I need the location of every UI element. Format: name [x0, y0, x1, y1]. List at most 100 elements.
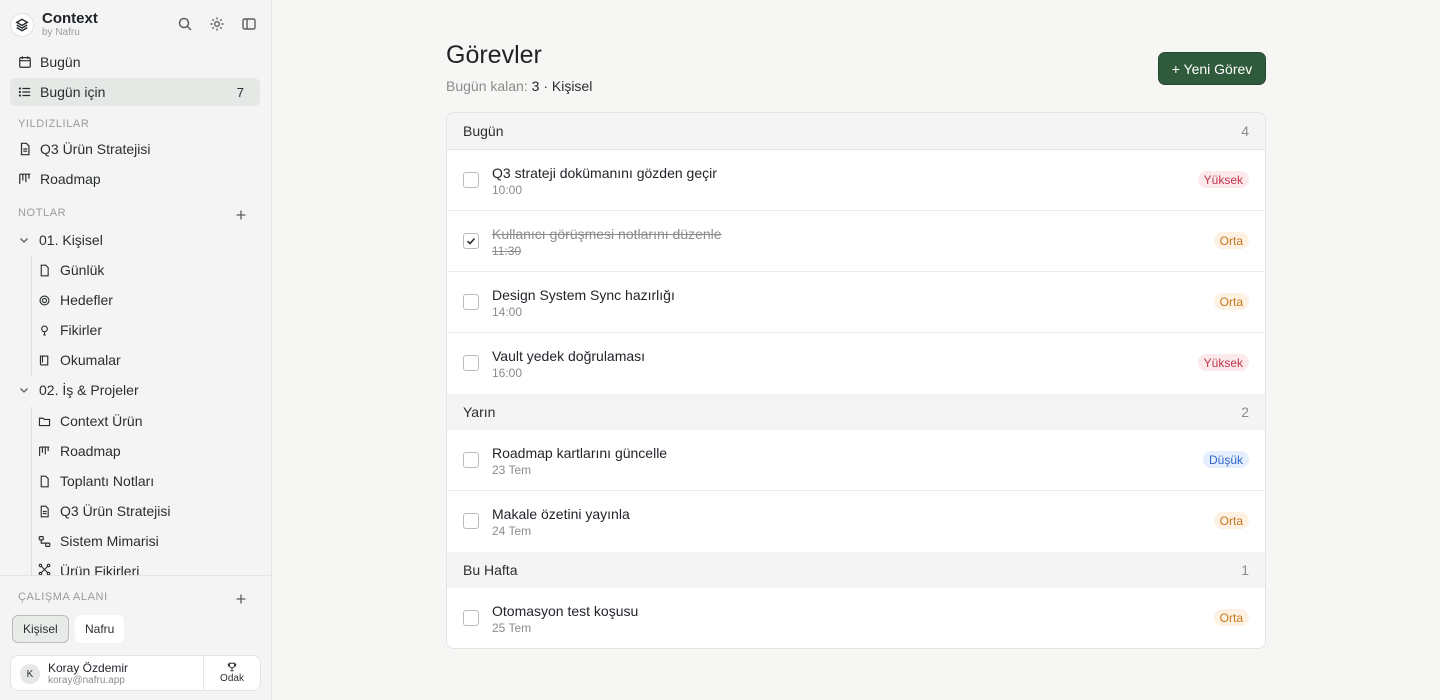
target-icon	[39, 294, 50, 306]
task-time: 14:00	[492, 305, 523, 319]
priority-badge: Düşük	[1202, 451, 1249, 468]
task-time: 11:30	[492, 244, 522, 258]
task-checkbox[interactable]	[463, 233, 479, 249]
note-item-q3-strategy[interactable]: Q3 Ürün Stratejisi	[32, 497, 258, 525]
app-byline: by Nafru	[42, 27, 80, 38]
task-title: Roadmap kartlarını güncelle	[492, 445, 668, 461]
note-item-label: Fikirler	[60, 322, 102, 338]
folder-label: 01. Kişisel	[39, 232, 103, 248]
task-title: Kullanıcı görüşmesi notlarını düzenle	[492, 226, 722, 242]
avatar: K	[20, 664, 40, 684]
file-icon	[40, 475, 49, 487]
checkmark-icon	[466, 237, 476, 245]
starred-item-label: Q3 Ürün Stratejisi	[40, 141, 151, 157]
chevron-down-icon	[20, 388, 28, 393]
chevron-down-icon	[20, 238, 28, 243]
sidebar: Context by Nafru Bugün Bugün için 7 YILD…	[0, 0, 272, 700]
nav-label: Bugün	[40, 54, 81, 70]
task-row[interactable]: Design System Sync hazırlığı 14:00 Orta	[447, 272, 1265, 333]
note-item-label: Context Ürün	[60, 413, 143, 429]
task-list: Bugün 4 Q3 strateji dokümanını gözden ge…	[446, 112, 1266, 649]
folder-label: 02. İş & Projeler	[39, 382, 139, 398]
workspace-nafru-button[interactable]: Nafru	[75, 615, 125, 643]
focus-button[interactable]: Odak	[203, 656, 260, 690]
remaining-label: Bugün kalan:	[446, 78, 528, 94]
note-item-hedefler[interactable]: Hedefler	[32, 286, 258, 314]
user-email: koray@nafru.app	[48, 675, 125, 686]
main-content: Görevler Bugün kalan: 3 · Kişisel + Yeni…	[272, 0, 1440, 700]
group-header-today: Bugün 4	[447, 113, 1265, 150]
task-checkbox[interactable]	[463, 452, 479, 468]
kanban-icon	[39, 445, 50, 456]
diagram-icon	[38, 535, 51, 547]
page-title: Görevler	[446, 41, 542, 69]
search-icon[interactable]	[175, 14, 195, 34]
gear-icon[interactable]	[207, 14, 227, 34]
nav-today[interactable]: Bugün	[10, 48, 260, 76]
note-item-label: Toplantı Notları	[60, 473, 155, 489]
priority-badge: Yüksek	[1197, 171, 1249, 188]
group-name: Bugün	[463, 123, 504, 139]
workspace-personal-button[interactable]: Kişisel	[12, 615, 69, 643]
note-item-roadmap[interactable]: Roadmap	[32, 437, 258, 465]
sidebar-toggle-icon[interactable]	[239, 14, 259, 34]
lightbulb-icon	[41, 324, 48, 336]
nav-count-badge: 7	[236, 84, 244, 100]
app-name: Context	[42, 10, 98, 27]
task-row[interactable]: Kullanıcı görüşmesi notlarını düzenle 11…	[447, 211, 1265, 272]
priority-badge: Yüksek	[1197, 354, 1249, 371]
starred-section-label: YILDIZLILAR	[18, 118, 90, 130]
task-row[interactable]: Q3 strateji dokümanını gözden geçir 10:0…	[447, 150, 1265, 211]
group-name: Bu Hafta	[463, 562, 518, 578]
trophy-icon	[227, 662, 237, 672]
nav-for-today[interactable]: Bugün için 7	[10, 78, 260, 106]
user-name: Koray Özdemir	[48, 661, 129, 675]
task-time: 25 Tem	[492, 621, 532, 635]
add-note-plus-icon[interactable]	[235, 208, 249, 222]
document-icon	[20, 142, 30, 156]
task-time: 23 Tem	[492, 463, 532, 477]
notes-section-label: NOTLAR	[18, 207, 67, 219]
nodes-icon	[38, 563, 51, 575]
group-count: 4	[1241, 123, 1249, 139]
task-time: 10:00	[492, 183, 523, 197]
note-item-product-ideas[interactable]: Ürün Fikirleri	[32, 557, 258, 575]
task-row[interactable]: Makale özetini yayınla 24 Tem Orta	[447, 491, 1265, 552]
note-item-context-urun[interactable]: Context Ürün	[32, 407, 258, 435]
note-item-label: Sistem Mimarisi	[60, 533, 159, 549]
add-workspace-plus-icon[interactable]	[235, 592, 249, 606]
user-card[interactable]: K Koray Özdemir koray@nafru.app Odak	[10, 655, 261, 691]
subtitle-separator: ·	[543, 78, 548, 94]
group-count: 1	[1241, 562, 1249, 578]
note-item-fikirler[interactable]: Fikirler	[32, 316, 258, 344]
group-header-tomorrow: Yarın 2	[447, 394, 1265, 431]
remaining-count: 3	[531, 78, 540, 94]
starred-item-roadmap[interactable]: Roadmap	[10, 165, 260, 193]
workspace-section-label: ÇALIŞMA ALANI	[18, 591, 108, 603]
task-checkbox[interactable]	[463, 172, 479, 188]
brand[interactable]: Context by Nafru	[10, 10, 98, 40]
note-item-okumalar[interactable]: Okumalar	[32, 346, 258, 374]
task-time: 24 Tem	[492, 524, 532, 538]
note-item-label: Günlük	[60, 262, 105, 278]
task-checkbox[interactable]	[463, 294, 479, 310]
task-checkbox[interactable]	[463, 355, 479, 371]
priority-badge: Orta	[1213, 609, 1249, 626]
folder-personal[interactable]: 01. Kişisel	[10, 226, 260, 254]
task-time: 16:00	[492, 366, 523, 380]
task-checkbox[interactable]	[463, 610, 479, 626]
note-item-system-architecture[interactable]: Sistem Mimarisi	[32, 527, 258, 555]
folder-work-projects[interactable]: 02. İş & Projeler	[10, 376, 260, 404]
task-title: Vault yedek doğrulaması	[492, 348, 646, 364]
new-task-button[interactable]: + Yeni Görev	[1158, 52, 1266, 85]
note-item-meeting-notes[interactable]: Toplantı Notları	[32, 467, 258, 495]
task-row[interactable]: Otomasyon test koşusu 25 Tem Orta	[447, 588, 1265, 648]
priority-badge: Orta	[1213, 512, 1249, 529]
focus-label: Odak	[220, 673, 244, 684]
note-item-gunluk[interactable]: Günlük	[32, 256, 258, 284]
starred-item-q3-strategy[interactable]: Q3 Ürün Stratejisi	[10, 135, 260, 163]
task-row[interactable]: Vault yedek doğrulaması 16:00 Yüksek	[447, 333, 1265, 394]
task-row[interactable]: Roadmap kartlarını güncelle 23 Tem Düşük	[447, 430, 1265, 491]
task-checkbox[interactable]	[463, 513, 479, 529]
task-title: Makale özetini yayınla	[492, 506, 630, 522]
